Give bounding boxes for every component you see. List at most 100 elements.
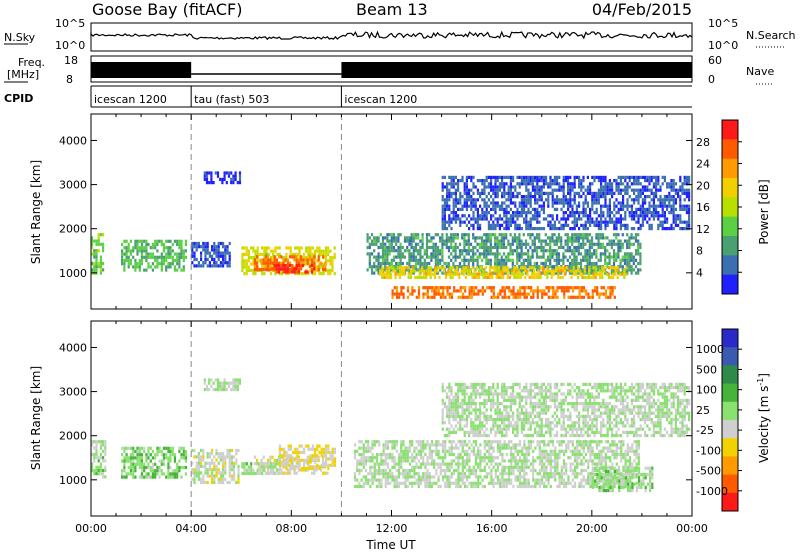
heatmap-cell	[622, 198, 625, 202]
heatmap-cell	[197, 241, 200, 246]
heatmap-cell	[233, 455, 236, 459]
heatmap-cell	[178, 446, 181, 450]
heatmap-cell	[370, 252, 374, 256]
heatmap-cell	[590, 236, 594, 240]
heatmap-cell	[556, 195, 559, 199]
heatmap-cell	[586, 252, 589, 256]
heatmap-cell	[169, 465, 172, 470]
heatmap-cell	[371, 459, 374, 463]
heatmap-cell	[156, 265, 159, 269]
heatmap-cell	[563, 289, 566, 293]
heatmap-cell	[498, 207, 501, 211]
heatmap-cell	[616, 275, 619, 279]
heatmap-cell	[461, 207, 464, 211]
heatmap-cell	[287, 463, 290, 467]
heatmap-cell	[402, 468, 405, 473]
heatmap-cell	[639, 191, 642, 195]
heatmap-cell	[215, 464, 218, 469]
heatmap-cell	[250, 468, 253, 472]
heatmap-cell	[202, 477, 205, 481]
heatmap-cell	[205, 177, 209, 181]
heatmap-cell	[485, 255, 488, 259]
heatmap-cell	[591, 198, 594, 202]
heatmap-cell	[591, 195, 594, 199]
heatmap-cell	[468, 472, 471, 476]
heatmap-cell	[571, 242, 574, 246]
heatmap-cell	[419, 481, 423, 485]
heatmap-cell	[464, 286, 467, 290]
heatmap-cell	[95, 265, 98, 269]
heatmap-cell	[479, 223, 482, 227]
heatmap-cell	[441, 255, 444, 259]
heatmap-cell	[93, 446, 96, 450]
heatmap-cell	[97, 236, 100, 240]
heatmap-cell	[674, 182, 677, 186]
heatmap-cell	[395, 249, 398, 253]
heatmap-cell	[379, 272, 382, 276]
heatmap-cell	[476, 242, 479, 246]
heatmap-cell	[571, 252, 574, 256]
heatmap-cell	[452, 182, 455, 186]
heatmap-cell	[459, 207, 462, 211]
heatmap-cell	[162, 255, 165, 259]
heatmap-cell	[140, 472, 143, 476]
heatmap-cell	[494, 207, 497, 211]
heatmap-cell	[625, 272, 628, 276]
heatmap-cell	[169, 239, 172, 243]
heatmap-cell	[525, 188, 528, 192]
heatmap-cell	[514, 185, 517, 189]
heatmap-cell	[379, 261, 382, 266]
heatmap-cell	[296, 460, 299, 464]
heatmap-cell	[401, 245, 404, 250]
heatmap-cell	[468, 456, 471, 460]
heatmap-cell	[516, 175, 519, 179]
heatmap-cell	[311, 471, 314, 475]
heatmap-cell	[518, 252, 521, 256]
heatmap-cell	[624, 204, 627, 208]
heatmap-cell	[225, 181, 228, 185]
heatmap-cell	[551, 265, 554, 269]
heatmap-cell	[448, 452, 451, 457]
heatmap-cell	[500, 255, 503, 259]
heatmap-cell	[448, 449, 451, 453]
heatmap-cell	[256, 255, 259, 259]
heatmap-cell	[492, 289, 495, 293]
heatmap-cell	[449, 266, 452, 270]
heatmap-cell	[99, 443, 102, 447]
heatmap-cell	[448, 446, 451, 450]
nsky-trace	[90, 30, 693, 41]
heatmap-cell	[559, 269, 562, 273]
heatmap-cell	[102, 443, 105, 447]
heatmap-cell	[211, 257, 214, 262]
heatmap-cell	[213, 464, 216, 469]
heatmap-cell	[193, 480, 196, 485]
heatmap-cell	[401, 252, 404, 256]
heatmap-cell	[502, 272, 505, 276]
heatmap-cell	[599, 242, 602, 246]
heatmap-cell	[404, 472, 407, 476]
heatmap-cell	[241, 262, 244, 266]
heatmap-cell	[176, 252, 179, 256]
heatmap-cell	[234, 177, 237, 181]
heatmap-cell	[390, 236, 393, 240]
heatmap-cell	[412, 266, 415, 270]
heatmap-cell	[452, 245, 455, 250]
heatmap-cell	[509, 207, 512, 211]
heatmap-cell	[516, 236, 519, 240]
heatmap-cell	[523, 179, 526, 183]
heatmap-cell	[465, 179, 468, 183]
heatmap-cell	[492, 214, 495, 218]
heatmap-cell	[470, 207, 473, 211]
heatmap-cell	[571, 207, 574, 211]
heatmap-cell	[507, 188, 510, 192]
heatmap-cell	[173, 475, 176, 479]
heatmap-cell	[524, 245, 528, 250]
heatmap-cell	[464, 289, 467, 293]
heatmap-cell	[474, 472, 478, 476]
heatmap-cell	[609, 292, 612, 296]
heatmap-cell	[421, 255, 424, 259]
heatmap-cell	[461, 465, 464, 469]
heatmap-cell	[222, 245, 225, 249]
heatmap-cell	[203, 171, 206, 175]
heatmap-cell	[551, 191, 554, 195]
